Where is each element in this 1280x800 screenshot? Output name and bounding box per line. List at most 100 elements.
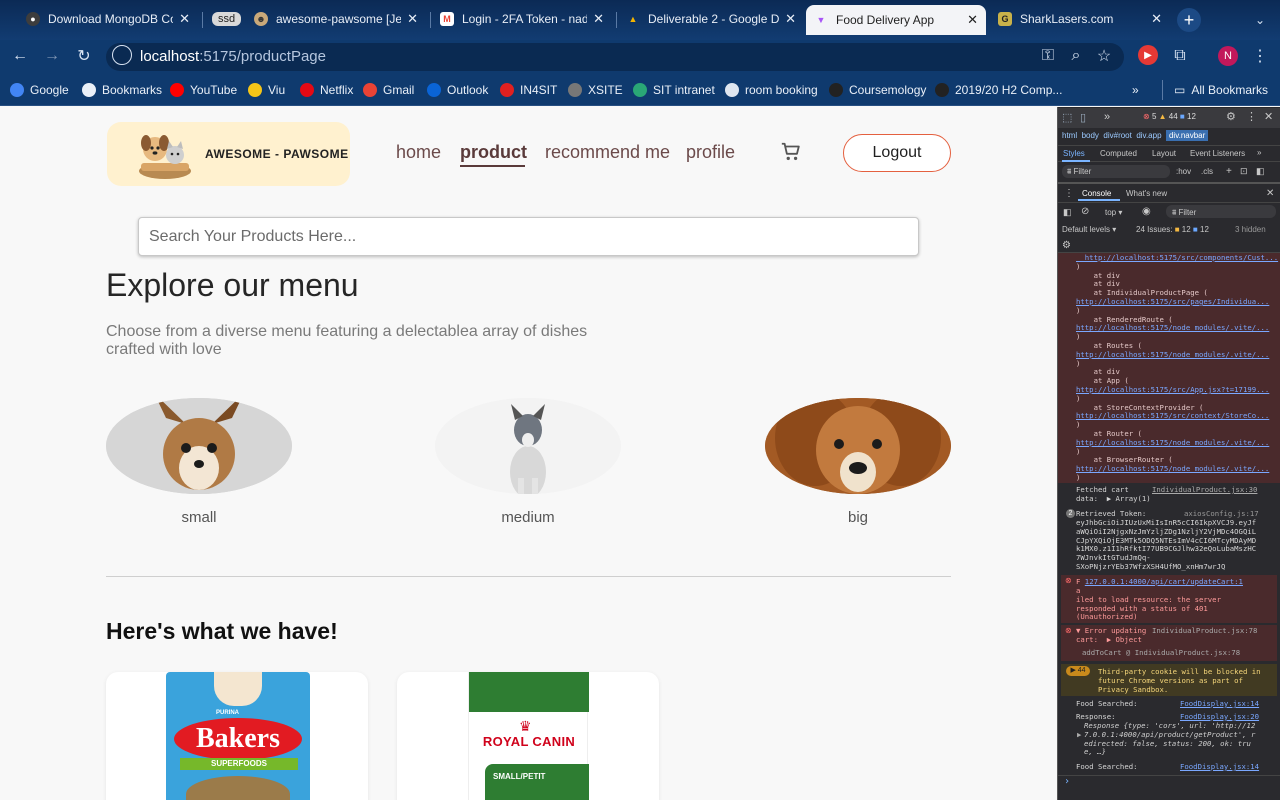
close-icon[interactable]: ✕ bbox=[179, 11, 190, 27]
console-prompt[interactable]: › bbox=[1064, 777, 1070, 787]
close-icon[interactable]: ✕ bbox=[593, 11, 604, 27]
site-logo[interactable]: AWESOME - PAWSOME bbox=[107, 122, 350, 186]
dom-breadcrumb[interactable]: html body div#root div.app div.navbar bbox=[1062, 130, 1209, 141]
error-cart-object[interactable]: cart: ▶ Object bbox=[1076, 635, 1142, 645]
new-style-rule-icon[interactable]: + bbox=[1226, 166, 1232, 177]
cart-icon[interactable] bbox=[780, 141, 802, 163]
log-source-link[interactable]: IndividualProduct.jsx:78 bbox=[1152, 626, 1257, 636]
close-icon[interactable]: ✕ bbox=[407, 11, 418, 27]
more-tabs-icon[interactable]: » bbox=[1257, 148, 1261, 157]
log-source-link[interactable]: IndividualProduct.jsx:30 bbox=[1152, 485, 1257, 495]
tab-google-drive[interactable]: ▲ Deliverable 2 - Google D ✕ bbox=[618, 6, 804, 32]
element-state-icon[interactable]: ⊡ bbox=[1240, 166, 1248, 177]
tab-whats-new[interactable]: What's new bbox=[1126, 189, 1167, 198]
bookmark-netflix[interactable]: Netflix bbox=[300, 80, 353, 100]
clear-console-icon[interactable]: ⊘ bbox=[1081, 206, 1089, 217]
bookmark-google[interactable]: Google bbox=[10, 80, 69, 100]
new-tab-button[interactable]: + bbox=[1177, 8, 1201, 32]
bookmark-xsite[interactable]: XSITE bbox=[568, 80, 623, 100]
bookmark-gmail[interactable]: Gmail bbox=[363, 80, 414, 100]
error-stack-fn[interactable]: addToCart @ IndividualProduct.jsx:78 bbox=[1082, 648, 1240, 658]
drawer-menu-icon[interactable]: ⋮ bbox=[1064, 188, 1074, 199]
devtools-counts[interactable]: ⊗ 5 ▲ 44 ■ 12 bbox=[1143, 112, 1196, 121]
tab-search-icon[interactable]: ⌄ bbox=[1248, 8, 1272, 32]
stack-source-link[interactable]: http://localhost:5175/src/context/StoreC… bbox=[1076, 412, 1269, 421]
drawer-resizer[interactable] bbox=[1058, 182, 1280, 184]
extensions-icon[interactable]: ⧉ bbox=[1168, 44, 1192, 68]
bookmark-sit-intranet[interactable]: SIT intranet bbox=[633, 80, 715, 100]
tab-console[interactable]: Console bbox=[1082, 189, 1111, 198]
devtools-menu-icon[interactable]: ⋮ bbox=[1246, 110, 1257, 123]
error-url-link[interactable]: 127.0.0.1:4000/api/cart/updateCart:1 bbox=[1085, 577, 1243, 586]
close-icon[interactable]: ✕ bbox=[785, 11, 796, 27]
tab-food-delivery-app[interactable]: ▼ Food Delivery App ✕ bbox=[806, 5, 986, 35]
stack-source-link[interactable]: http://localhost:5175/node_modules/.vite… bbox=[1076, 350, 1269, 360]
nav-home[interactable]: home bbox=[396, 142, 441, 163]
bookmark-in4sit[interactable]: IN4SIT bbox=[500, 80, 557, 100]
tab-gmail[interactable]: M Login - 2FA Token - nadi ✕ bbox=[432, 6, 612, 32]
product-search-input[interactable] bbox=[138, 217, 919, 256]
bookmark-room-booking[interactable]: room booking bbox=[725, 80, 818, 100]
bookmark-viu[interactable]: Viu bbox=[248, 80, 285, 100]
nav-recommend-me[interactable]: recommend me bbox=[545, 142, 670, 163]
nav-product[interactable]: product bbox=[460, 142, 527, 163]
close-icon[interactable]: ✕ bbox=[1151, 11, 1162, 27]
logout-button[interactable]: Logout bbox=[843, 134, 951, 172]
bookmark-outlook[interactable]: Outlook bbox=[427, 80, 488, 100]
tab-github[interactable]: ☻ awesome-pawsome [Jer ✕ bbox=[246, 6, 426, 32]
bookmark-2019-20-h2-comp[interactable]: 2019/20 H2 Comp... bbox=[935, 80, 1062, 100]
forward-button[interactable]: → bbox=[40, 44, 64, 68]
size-small-image[interactable] bbox=[106, 398, 292, 494]
nav-profile[interactable]: profile bbox=[686, 142, 735, 163]
log-levels-select[interactable]: Default levels ▾ bbox=[1062, 225, 1116, 234]
stack-source-link[interactable]: http://localhost:5175/node_modules/.vite… bbox=[1076, 464, 1269, 474]
all-bookmarks-button[interactable]: ▭ All Bookmarks bbox=[1174, 80, 1268, 100]
tab-event-listeners[interactable]: Event Listeners bbox=[1190, 149, 1245, 158]
device-toolbar-icon[interactable]: ▯ bbox=[1080, 111, 1086, 124]
site-info-icon[interactable] bbox=[112, 45, 132, 65]
stack-source-link[interactable]: http://localhost:5175/node_modules/.vite… bbox=[1076, 438, 1269, 448]
tab-mongodb[interactable]: ● Download MongoDB Co ✕ bbox=[18, 6, 198, 32]
devtools-close-icon[interactable]: ✕ bbox=[1264, 110, 1273, 123]
computed-sidebar-icon[interactable]: ◧ bbox=[1256, 166, 1265, 177]
profile-avatar[interactable]: N bbox=[1218, 46, 1238, 66]
console-settings-icon[interactable]: ⚙ bbox=[1062, 240, 1071, 251]
tab-layout[interactable]: Layout bbox=[1152, 149, 1176, 158]
stack-source-link[interactable]: http://localhost:5175/src/pages/Individu… bbox=[1076, 297, 1269, 307]
log-fetched-array[interactable]: data: ▶ Array(1) bbox=[1076, 494, 1151, 504]
bookmark-youtube[interactable]: YouTube bbox=[170, 80, 237, 100]
password-key-icon[interactable]: ⚿ bbox=[1036, 44, 1060, 68]
reload-button[interactable]: ↻ bbox=[72, 44, 96, 68]
more-tabs-icon[interactable]: » bbox=[1104, 111, 1110, 123]
issues-button[interactable]: 24 Issues: ■ 12 ■ 12 bbox=[1136, 225, 1209, 234]
bookmark-coursemology[interactable]: Coursemology bbox=[829, 80, 926, 100]
log-source-link[interactable]: FoodDisplay.jsx:14 bbox=[1180, 699, 1259, 709]
live-expression-icon[interactable]: ◉ bbox=[1142, 206, 1151, 217]
product-card[interactable]: ♛ ROYAL CANIN SMALL/PETIT bbox=[397, 672, 659, 800]
tab-group-ssd[interactable]: ssd bbox=[204, 6, 244, 32]
bookmarks-overflow-icon[interactable]: » bbox=[1132, 80, 1139, 100]
menu-icon[interactable]: ⋮ bbox=[1248, 44, 1272, 68]
size-medium-image[interactable] bbox=[435, 398, 621, 494]
tab-sharklasers[interactable]: G SharkLasers.com ✕ bbox=[990, 6, 1170, 32]
bookmark-bookmarks[interactable]: Bookmarks bbox=[82, 80, 162, 100]
back-button[interactable]: ← bbox=[8, 44, 32, 68]
tab-computed[interactable]: Computed bbox=[1100, 149, 1137, 158]
zoom-icon[interactable]: ⌕ bbox=[1064, 44, 1088, 68]
drawer-close-icon[interactable]: ✕ bbox=[1266, 188, 1274, 199]
sidebar-toggle-icon[interactable]: ◧ bbox=[1063, 207, 1072, 218]
stack-source-link[interactable]: http://localhost:5175/node_modules/.vite… bbox=[1076, 324, 1269, 333]
inspect-element-icon[interactable]: ⬚ bbox=[1062, 111, 1072, 124]
tab-styles[interactable]: Styles bbox=[1063, 149, 1085, 158]
product-card[interactable]: PURINA Bakers SUPERFOODS bbox=[106, 672, 368, 800]
cls-toggle[interactable]: .cls bbox=[1201, 167, 1213, 176]
bookmark-star-icon[interactable]: ☆ bbox=[1092, 44, 1116, 68]
stack-source-link[interactable]: http://localhost:5175/src/App.jsx?t=1719… bbox=[1076, 385, 1269, 395]
context-select[interactable]: top ▾ bbox=[1105, 208, 1122, 217]
response-expand-toggle[interactable]: ▶ bbox=[1077, 730, 1081, 740]
log-source-link[interactable]: FoodDisplay.jsx:14 bbox=[1180, 762, 1259, 772]
close-icon[interactable]: ✕ bbox=[967, 12, 978, 28]
extension-play-icon[interactable]: ▶ bbox=[1138, 45, 1158, 65]
size-big-image[interactable] bbox=[765, 398, 951, 494]
settings-icon[interactable]: ⚙ bbox=[1226, 110, 1236, 123]
